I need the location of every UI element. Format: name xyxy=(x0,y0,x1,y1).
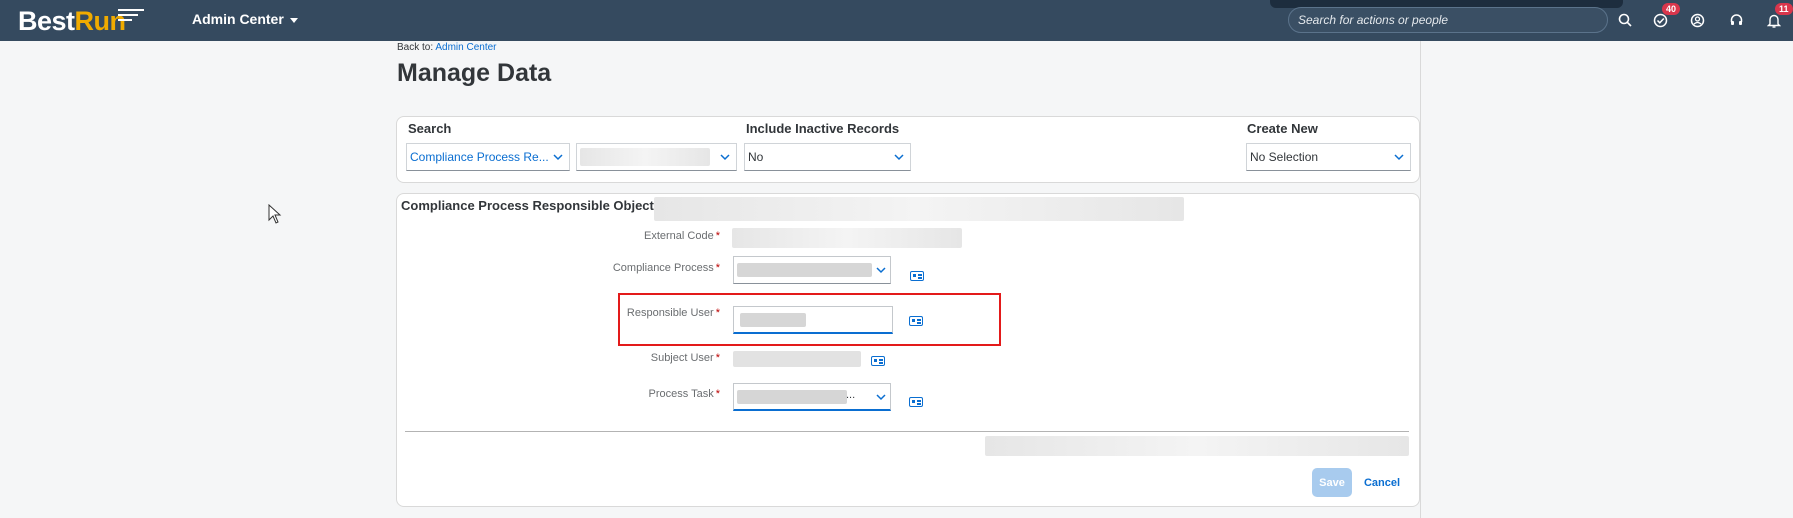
subject-user-label: Subject User * xyxy=(520,352,720,364)
create-new-select[interactable]: No Selection xyxy=(1246,143,1411,171)
search-label: Search xyxy=(408,121,452,136)
process-task-label-text: Process Task xyxy=(648,388,714,400)
compliance-process-label-text: Compliance Process xyxy=(612,262,714,274)
manage-data-page: Back to: Admin Center Manage Data Search… xyxy=(396,41,1421,518)
caret-down-icon xyxy=(289,17,298,23)
external-code-label-text: External Code xyxy=(644,230,714,242)
search-icon[interactable] xyxy=(1614,9,1636,31)
logo-text-best: Best xyxy=(18,6,75,36)
breadcrumb: Back to: Admin Center xyxy=(397,42,497,53)
process-task-ellipsis: ... xyxy=(846,389,856,401)
footer-divider xyxy=(405,431,1409,432)
chevron-down-icon xyxy=(720,154,730,161)
back-prefix: Back to: xyxy=(397,42,436,53)
save-button[interactable]: Save xyxy=(1312,468,1352,497)
company-logo[interactable]: BestRun xyxy=(18,6,126,37)
chevron-down-icon xyxy=(876,394,886,401)
todo-icon[interactable]: 40 xyxy=(1649,3,1681,31)
create-new-label: Create New xyxy=(1247,121,1318,136)
inactive-records-label: Include Inactive Records xyxy=(746,121,900,136)
inactive-records-select[interactable]: No xyxy=(744,143,911,171)
subject-user-value xyxy=(733,351,861,367)
headset-icon[interactable] xyxy=(1725,9,1747,31)
compliance-process-label: Compliance Process * xyxy=(520,262,720,274)
record-select[interactable] xyxy=(576,143,737,171)
highlight-box xyxy=(618,293,1001,346)
process-task-label: Process Task * xyxy=(520,388,721,400)
required-marker: * xyxy=(715,230,720,242)
object-type-select[interactable]: Compliance Process Re... xyxy=(406,143,570,171)
object-name-placeholder xyxy=(654,197,1184,221)
compliance-process-value xyxy=(737,263,872,277)
todo-badge: 40 xyxy=(1662,3,1681,15)
app-title: Admin Center xyxy=(192,11,284,27)
object-title: Compliance Process Responsible Object: xyxy=(401,198,659,213)
value-help-icon[interactable] xyxy=(871,356,885,366)
notifications-badge: 11 xyxy=(1775,3,1793,15)
required-marker: * xyxy=(715,352,720,364)
subject-user-label-text: Subject User xyxy=(650,352,714,364)
chevron-down-icon xyxy=(1394,154,1404,161)
inactive-records-value: No xyxy=(748,150,764,164)
people-icon[interactable] xyxy=(1686,9,1708,31)
chevron-down-icon xyxy=(876,267,886,274)
app-switcher[interactable]: Admin Center xyxy=(192,11,298,27)
search-panel: Search Compliance Process Re... Include … xyxy=(396,116,1420,183)
compliance-process-select[interactable] xyxy=(733,256,891,284)
bell-icon[interactable]: 11 xyxy=(1763,3,1793,31)
cancel-button[interactable]: Cancel xyxy=(1359,468,1405,497)
external-code-label: External Code * xyxy=(520,230,720,242)
global-search[interactable] xyxy=(1288,7,1608,33)
value-help-icon[interactable] xyxy=(909,397,923,407)
process-task-select[interactable]: ... xyxy=(733,383,891,411)
record-value-placeholder xyxy=(580,148,710,166)
chevron-down-icon xyxy=(553,154,563,161)
external-code-value xyxy=(732,228,962,248)
object-detail-panel: Compliance Process Responsible Object: E… xyxy=(396,193,1420,507)
object-type-value: Compliance Process Re... xyxy=(410,150,549,164)
page-title: Manage Data xyxy=(397,59,552,87)
back-link[interactable]: Admin Center xyxy=(435,42,496,53)
chevron-down-icon xyxy=(894,154,904,161)
footer-info-placeholder xyxy=(985,436,1409,456)
value-help-icon[interactable] xyxy=(910,271,924,281)
process-task-value xyxy=(737,390,847,404)
global-search-input[interactable] xyxy=(1289,8,1607,32)
mouse-cursor-icon xyxy=(268,204,282,224)
required-marker: * xyxy=(715,388,720,400)
logo-lines-icon xyxy=(118,9,144,23)
shell-bar: BestRun Admin Center 40 11 xyxy=(0,0,1793,41)
create-new-value: No Selection xyxy=(1250,150,1319,164)
required-marker: * xyxy=(715,262,720,274)
